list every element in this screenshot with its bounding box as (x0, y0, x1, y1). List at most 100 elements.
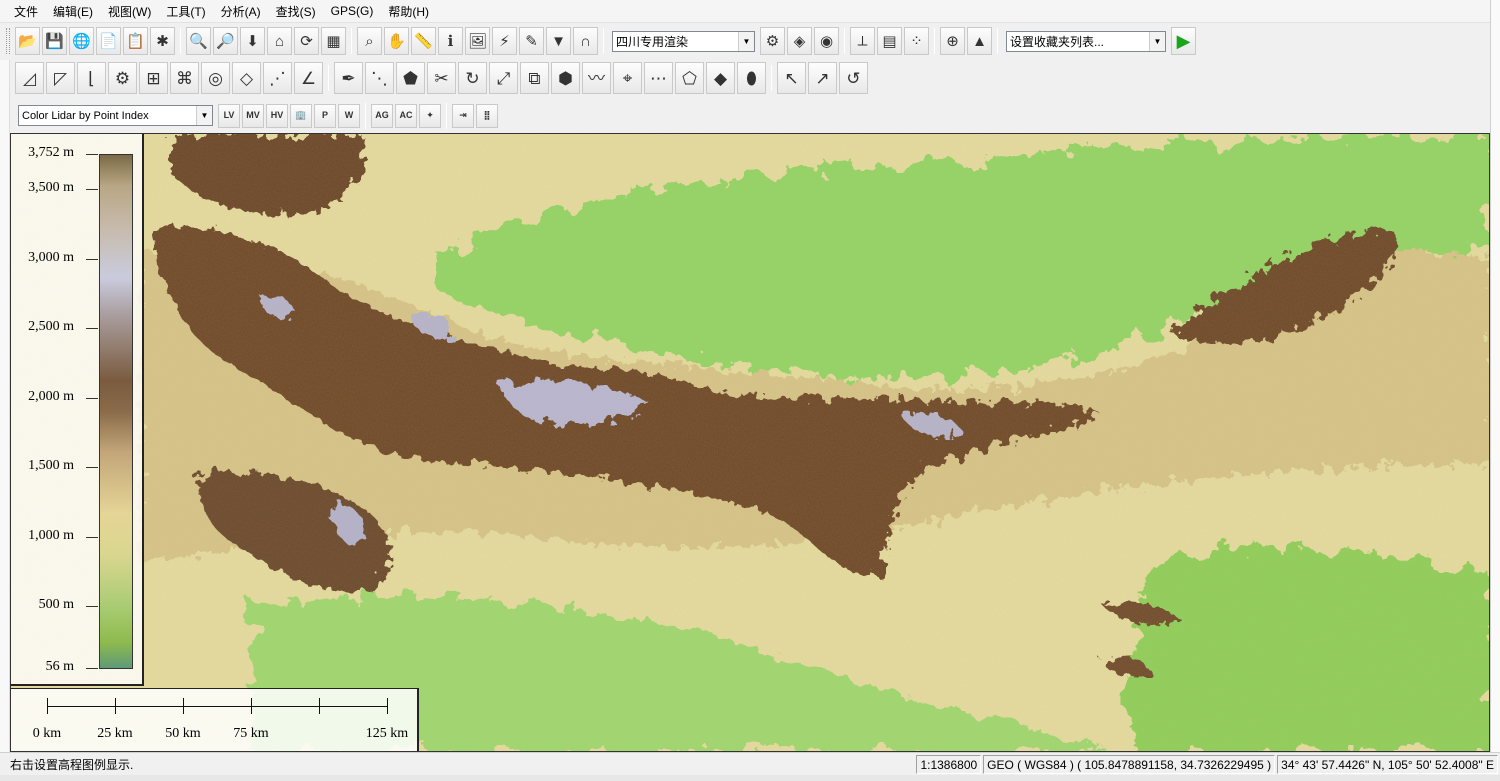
vector-grid-icon[interactable]: ◇ (232, 62, 261, 94)
vector-add-icon[interactable]: ⊞ (139, 62, 168, 94)
vector-gear-icon[interactable]: ⚙ (108, 62, 137, 94)
vector-code-icon[interactable]: ⌘ (170, 62, 199, 94)
edit-polygon-icon[interactable]: ⬠ (675, 62, 704, 94)
home-icon[interactable]: ⌂ (267, 27, 292, 55)
water-icon[interactable]: W (338, 103, 360, 128)
arch-icon[interactable]: ∩ (573, 27, 598, 55)
play-icon[interactable]: ▶ (1171, 27, 1196, 55)
scatter-icon[interactable]: ⁘ (904, 27, 929, 55)
edit-smooth-icon[interactable]: 〰 (582, 62, 611, 94)
pencil-icon[interactable]: ✎ (519, 27, 544, 55)
north-arrow-icon[interactable]: ▲ (967, 27, 992, 55)
tower-icon[interactable]: ⚡ (492, 27, 517, 55)
grid-view-icon[interactable]: ▦ (321, 27, 346, 55)
scale-tick (251, 698, 252, 714)
high-vegetation-icon[interactable]: HV (266, 103, 288, 128)
layers-icon[interactable]: ▤ (877, 27, 902, 55)
menu-gps[interactable]: GPS(G) (331, 4, 374, 18)
export-icon[interactable]: 📋 (123, 27, 148, 55)
menu-file[interactable]: 文件 (14, 3, 38, 20)
lidar-color-select[interactable]: Color Lidar by Point Index ▼ (18, 105, 213, 126)
favorites-select[interactable]: 设置收藏夹列表... ▼ (1006, 30, 1166, 52)
map-view[interactable]: 3,752 m 3,500 m 3,000 m 2,500 m 2,000 m … (10, 133, 1490, 752)
legend-label: 2,500 m (28, 319, 74, 334)
medium-vegetation-icon[interactable]: MV (242, 103, 264, 128)
dot-matrix-icon[interactable]: ⣿ (476, 103, 498, 128)
favorites-select-value: 设置收藏夹列表... (1010, 34, 1105, 49)
ground-class-icon[interactable]: AG (371, 103, 393, 128)
legend-label-min: 56 m (45, 659, 74, 674)
legend-label: 1,000 m (28, 528, 74, 543)
vector-shift-icon[interactable]: ◸ (46, 62, 75, 94)
edit-rotate-icon[interactable]: ↻ (458, 62, 487, 94)
refresh-icon[interactable]: ⟳ (294, 27, 319, 55)
digitize-toolbar: ◿ ◸ ⌊ ⚙ ⊞ ⌘ ◎ ◇ ⋰ ∠ ✒ ⋱ ⬟ ✂ ↻ ⤢ ⧉ ⬢ 〰 ⌖ … (0, 60, 945, 96)
chevron-down-icon[interactable]: ▼ (196, 106, 212, 125)
dropdown-arrow-icon[interactable]: ▼ (546, 27, 571, 55)
globe-icon[interactable]: 🌐 (69, 27, 94, 55)
bottom-strip (0, 775, 1500, 781)
elevation-legend[interactable]: 3,752 m 3,500 m 3,000 m 2,500 m 2,000 m … (11, 134, 144, 686)
render-select[interactable]: 四川专用渲染 ▼ (612, 30, 755, 52)
legend-tick (86, 259, 98, 260)
save-icon[interactable]: 💾 (42, 27, 67, 55)
zoom-layer-icon[interactable]: ⬇ (240, 27, 265, 55)
toolbar-grip[interactable] (6, 28, 10, 54)
pan-hand-icon[interactable]: ✋ (384, 27, 409, 55)
menu-help[interactable]: 帮助(H) (388, 3, 429, 20)
vector-angle-icon[interactable]: ∠ (294, 62, 323, 94)
arrow-up-left-icon[interactable]: ↖ (777, 62, 806, 94)
menu-edit[interactable]: 编辑(E) (53, 3, 93, 20)
3d-toggle-icon[interactable]: ◉ (814, 27, 839, 55)
3d-view-icon[interactable]: ◈ (787, 27, 812, 55)
measure-icon[interactable]: 📏 (411, 27, 436, 55)
low-vegetation-icon[interactable]: LV (218, 103, 240, 128)
menu-tools[interactable]: 工具(T) (166, 3, 205, 20)
edit-pen-icon[interactable]: ✒ (334, 62, 363, 94)
image-edit-icon[interactable]: 🖼 (465, 27, 490, 55)
edit-node-icon[interactable]: ⌖ (613, 62, 642, 94)
search-tool-icon[interactable]: ⌕ (357, 27, 382, 55)
status-bar: 右击设置高程图例显示. 1:1386800 GEO ( WGS84 ) ( 10… (0, 752, 1500, 775)
filter-icon[interactable]: ✦ (419, 103, 441, 128)
power-line-icon[interactable]: P (314, 103, 336, 128)
edit-shape-icon[interactable]: ⬟ (396, 62, 425, 94)
vector-circle-icon[interactable]: ◎ (201, 62, 230, 94)
process-icon[interactable]: ⇥ (452, 103, 474, 128)
open-folder-icon[interactable]: 📂 (15, 27, 40, 55)
building-icon[interactable]: 🏢 (290, 103, 312, 128)
info-icon[interactable]: ℹ (438, 27, 463, 55)
render-settings-icon[interactable]: ⚙ (760, 27, 785, 55)
edit-union-icon[interactable]: ⬢ (551, 62, 580, 94)
edit-blob-icon[interactable]: ⬮ (737, 62, 766, 94)
vector-edit-icon[interactable]: ◿ (15, 62, 44, 94)
zoom-in-icon[interactable]: 🔍 (186, 27, 211, 55)
status-scale: 1:1386800 (916, 754, 982, 774)
document-icon[interactable]: 📄 (96, 27, 121, 55)
profile-icon[interactable]: ⟂ (850, 27, 875, 55)
menu-search[interactable]: 查找(S) (276, 3, 316, 20)
target-icon[interactable]: ⊕ (940, 27, 965, 55)
edit-merge-icon[interactable]: ⧉ (520, 62, 549, 94)
scale-label: 125 km (365, 726, 409, 741)
legend-label: 1,500 m (28, 458, 74, 473)
edit-split-icon[interactable]: ⤢ (489, 62, 518, 94)
scale-bar[interactable]: 0 km 25 km 50 km 75 km 125 km (11, 688, 419, 751)
auto-class-icon[interactable]: AC (395, 103, 417, 128)
chevron-down-icon[interactable]: ▼ (1149, 31, 1165, 51)
terrain-map[interactable] (11, 134, 1490, 752)
edit-cut-icon[interactable]: ✂ (427, 62, 456, 94)
vector-points-icon[interactable]: ⋰ (263, 62, 292, 94)
vector-line-icon[interactable]: ⌊ (77, 62, 106, 94)
menu-view[interactable]: 视图(W) (108, 3, 151, 20)
undo-curve-icon[interactable]: ↺ (839, 62, 868, 94)
edit-vertex-icon[interactable]: ⋱ (365, 62, 394, 94)
edit-simplify-icon[interactable]: ⋯ (644, 62, 673, 94)
tools-icon[interactable]: ✱ (150, 27, 175, 55)
chevron-down-icon[interactable]: ▼ (738, 31, 754, 51)
legend-label: 500 m (38, 597, 74, 612)
edit-fill-icon[interactable]: ◆ (706, 62, 735, 94)
arrow-up-right-icon[interactable]: ↗ (808, 62, 837, 94)
zoom-out-icon[interactable]: 🔎 (213, 27, 238, 55)
menu-analysis[interactable]: 分析(A) (221, 3, 261, 20)
